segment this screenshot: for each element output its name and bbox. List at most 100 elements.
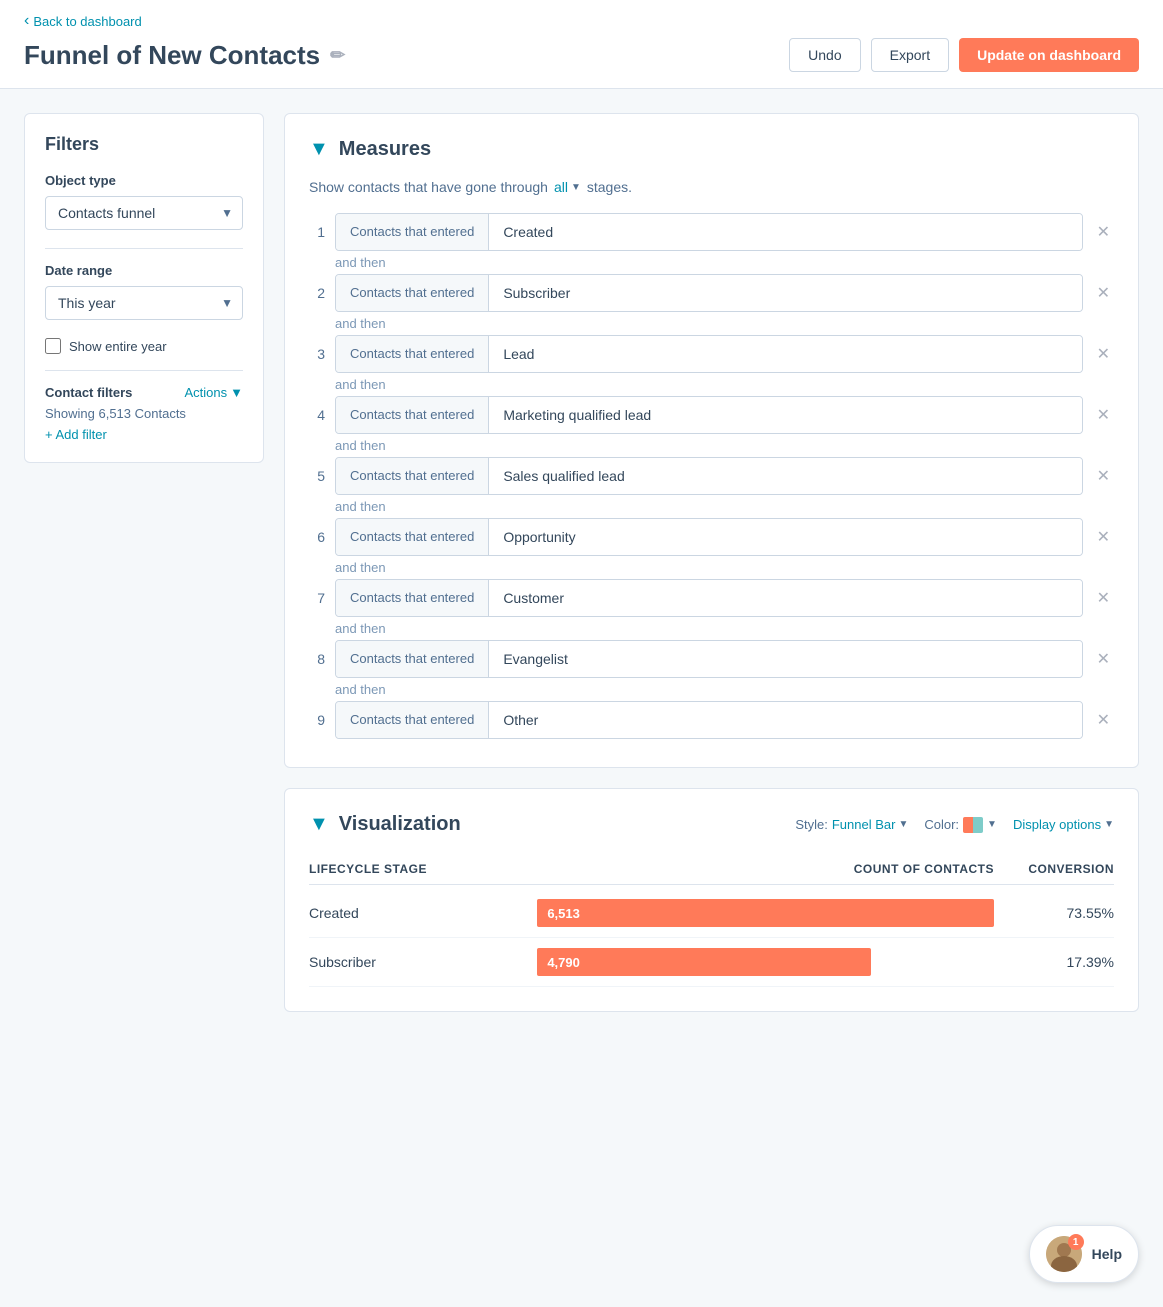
- stage-field: Contacts that entered Opportunity: [335, 518, 1083, 556]
- divider-2: [45, 370, 243, 371]
- and-then-label: and then: [335, 255, 1114, 270]
- viz-conversion: 73.55%: [994, 905, 1114, 921]
- export-button[interactable]: Export: [871, 38, 949, 72]
- viz-bar-cell: 6,513: [537, 899, 994, 927]
- viz-bar: 6,513: [537, 899, 994, 927]
- object-type-select-wrapper: Contacts funnel ▼: [45, 196, 243, 230]
- stage-remove-icon[interactable]: ✕: [1093, 523, 1114, 551]
- stage-label: Contacts that entered: [336, 458, 489, 494]
- date-range-select[interactable]: This year: [45, 286, 243, 320]
- stage-row: 1 Contacts that entered Created ✕: [309, 213, 1114, 251]
- viz-bar-count: 4,790: [547, 955, 580, 970]
- measures-card: ▼ Measures Show contacts that have gone …: [284, 113, 1139, 768]
- stage-field: Contacts that entered Lead: [335, 335, 1083, 373]
- col-stage-header: Lifecycle stage: [309, 862, 484, 876]
- stage-row: 7 Contacts that entered Customer ✕: [309, 579, 1114, 617]
- stage-label: Contacts that entered: [336, 580, 489, 616]
- stages-all-link[interactable]: all ▼: [554, 179, 581, 195]
- stage-remove-icon[interactable]: ✕: [1093, 401, 1114, 429]
- stage-remove-icon[interactable]: ✕: [1093, 340, 1114, 368]
- sidebar: Filters Object type Contacts funnel ▼ Da…: [24, 113, 264, 1012]
- stage-number: 1: [309, 224, 325, 240]
- showing-contacts: Showing 6,513 Contacts: [45, 406, 243, 421]
- object-type-label: Object type: [45, 173, 243, 188]
- viz-collapse-icon[interactable]: ▼: [309, 813, 329, 836]
- stage-row-9: 9 Contacts that entered Other ✕: [309, 701, 1114, 739]
- stage-field: Contacts that entered Created: [335, 213, 1083, 251]
- actions-button[interactable]: Actions ▼: [184, 385, 243, 400]
- and-then-label: and then: [335, 316, 1114, 331]
- main-content: Filters Object type Contacts funnel ▼ Da…: [0, 89, 1163, 1036]
- viz-stage-name: Created: [309, 905, 537, 921]
- stage-label: Contacts that entered: [336, 702, 489, 738]
- and-then-label: and then: [335, 682, 1114, 697]
- stage-number: 2: [309, 285, 325, 301]
- filters-panel: Filters Object type Contacts funnel ▼ Da…: [24, 113, 264, 463]
- stage-number: 7: [309, 590, 325, 606]
- stage-value: Sales qualified lead: [489, 458, 1081, 494]
- page-title: Funnel of New Contacts ✏: [24, 40, 345, 71]
- stage-remove-icon[interactable]: ✕: [1093, 645, 1114, 673]
- stage-row-3: 3 Contacts that entered Lead ✕: [309, 335, 1114, 373]
- date-range-select-wrapper: This year ▼: [45, 286, 243, 320]
- stage-remove-icon[interactable]: ✕: [1093, 706, 1114, 734]
- viz-style-link[interactable]: Funnel Bar ▼: [832, 817, 909, 832]
- and-then-label: and then: [335, 377, 1114, 392]
- show-entire-year-checkbox[interactable]: [45, 338, 61, 354]
- divider-1: [45, 248, 243, 249]
- stage-row-6: 6 Contacts that entered Opportunity ✕: [309, 518, 1114, 556]
- stage-row-2: 2 Contacts that entered Subscriber ✕: [309, 274, 1114, 312]
- header-row: Funnel of New Contacts ✏ Undo Export Upd…: [24, 38, 1139, 72]
- stage-value: Marketing qualified lead: [489, 397, 1081, 433]
- stage-remove-icon[interactable]: ✕: [1093, 279, 1114, 307]
- stage-field: Contacts that entered Marketing qualifie…: [335, 396, 1083, 434]
- add-filter-link[interactable]: + Add filter: [45, 427, 243, 442]
- date-range-label: Date range: [45, 263, 243, 278]
- stage-field: Contacts that entered Evangelist: [335, 640, 1083, 678]
- stage-label: Contacts that entered: [336, 336, 489, 372]
- viz-card-title: Visualization: [339, 813, 461, 836]
- color-chevron-icon: ▼: [987, 819, 997, 830]
- stage-number: 5: [309, 468, 325, 484]
- help-label: Help: [1092, 1246, 1122, 1262]
- actions-chevron-icon: ▼: [230, 385, 243, 400]
- update-dashboard-button[interactable]: Update on dashboard: [959, 38, 1139, 72]
- viz-color-control: Color: ▼: [924, 817, 997, 833]
- stage-field: Contacts that entered Sales qualified le…: [335, 457, 1083, 495]
- visualization-table: Lifecycle stage Count of Contacts Conver…: [309, 854, 1114, 987]
- stage-row: 8 Contacts that entered Evangelist ✕: [309, 640, 1114, 678]
- display-options-button[interactable]: Display options ▼: [1013, 817, 1114, 832]
- stage-row: 4 Contacts that entered Marketing qualif…: [309, 396, 1114, 434]
- header-actions: Undo Export Update on dashboard: [789, 38, 1139, 72]
- right-panel: ▼ Measures Show contacts that have gone …: [284, 113, 1139, 1012]
- stage-row-1: 1 Contacts that entered Created ✕: [309, 213, 1114, 251]
- viz-row-0: Created 6,513 73.55%: [309, 889, 1114, 938]
- stage-remove-icon[interactable]: ✕: [1093, 218, 1114, 246]
- viz-rows-container: Created 6,513 73.55% Subscriber 4,790 17…: [309, 889, 1114, 987]
- viz-conversion: 17.39%: [994, 954, 1114, 970]
- stage-row: 6 Contacts that entered Opportunity ✕: [309, 518, 1114, 556]
- stage-number: 4: [309, 407, 325, 423]
- help-button[interactable]: 1 Help: [1029, 1225, 1139, 1283]
- stage-remove-icon[interactable]: ✕: [1093, 584, 1114, 612]
- object-type-select[interactable]: Contacts funnel: [45, 196, 243, 230]
- show-entire-year-label[interactable]: Show entire year: [69, 339, 167, 354]
- stage-row-7: 7 Contacts that entered Customer ✕: [309, 579, 1114, 617]
- stage-label: Contacts that entered: [336, 275, 489, 311]
- edit-icon[interactable]: ✏: [330, 45, 345, 66]
- and-then-label: and then: [335, 499, 1114, 514]
- color-swatch[interactable]: [963, 817, 983, 833]
- stage-value: Lead: [489, 336, 1081, 372]
- stage-row: 3 Contacts that entered Lead ✕: [309, 335, 1114, 373]
- undo-button[interactable]: Undo: [789, 38, 860, 72]
- stage-remove-icon[interactable]: ✕: [1093, 462, 1114, 490]
- back-to-dashboard-link[interactable]: Back to dashboard: [24, 12, 1139, 30]
- stage-row: 5 Contacts that entered Sales qualified …: [309, 457, 1114, 495]
- stages-container: 1 Contacts that entered Created ✕ and th…: [309, 213, 1114, 739]
- col-count-header: Count of Contacts: [834, 862, 994, 876]
- col-conversion-header: Conversion: [994, 862, 1114, 876]
- measures-collapse-icon[interactable]: ▼: [309, 138, 329, 161]
- back-label: Back to dashboard: [33, 14, 141, 29]
- stage-row: 9 Contacts that entered Other ✕: [309, 701, 1114, 739]
- show-entire-year-row: Show entire year: [45, 338, 243, 354]
